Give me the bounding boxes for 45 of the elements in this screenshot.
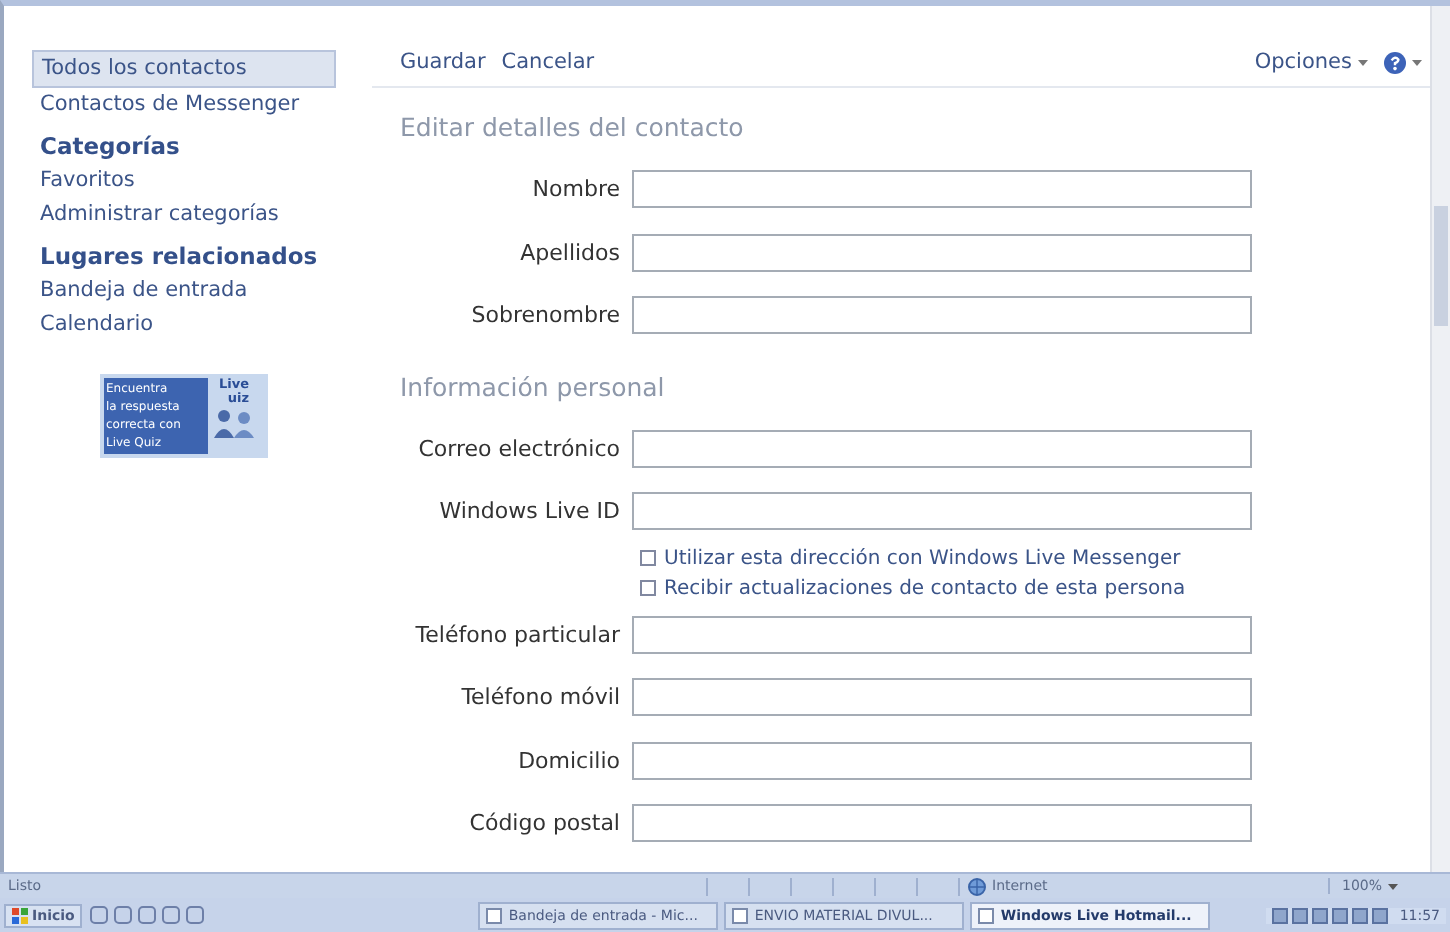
input-field[interactable]	[632, 233, 1252, 272]
sidebar-heading: Lugares relacionados	[38, 240, 320, 274]
field-label: Código postal	[467, 810, 622, 837]
toolbar-link[interactable]: Cancelar	[501, 50, 595, 74]
field-label: Sobrenombre	[469, 302, 622, 329]
input-field[interactable]	[632, 429, 1252, 468]
sidebar-item[interactable]: Contactos de Messenger	[32, 88, 308, 122]
field-label: Teléfono móvil	[459, 684, 622, 711]
checkbox-label: Utilizar esta dirección con Windows Live Messenger	[664, 547, 1181, 569]
field-label: Windows Live ID	[437, 498, 622, 525]
input-field[interactable]	[632, 492, 1252, 531]
field-label: Teléfono particular	[413, 621, 622, 648]
scrollbar-thumb[interactable]	[1434, 206, 1448, 326]
options-menu[interactable]: Opciones	[1254, 50, 1368, 74]
field-label: Correo electrónico	[416, 435, 622, 462]
sidebar-item[interactable]: Calendario	[32, 308, 162, 342]
sidebar-item[interactable]: Todos los contactos	[32, 50, 336, 88]
checkbox[interactable]	[640, 550, 656, 566]
input-field[interactable]	[632, 678, 1252, 717]
checkbox[interactable]	[640, 580, 656, 596]
section-title: Información personal	[400, 371, 667, 403]
sidebar-item[interactable]: Administrar categorías	[32, 198, 287, 232]
input-field[interactable]	[632, 170, 1252, 209]
field-label: Apellidos	[518, 239, 622, 266]
input-field[interactable]	[632, 296, 1252, 335]
help-menu[interactable]	[1384, 51, 1422, 73]
sidebar-item[interactable]: Favoritos	[32, 164, 143, 198]
help-icon	[1384, 51, 1406, 73]
section-title: Editar detalles del contacto	[400, 112, 746, 144]
toolbar-link[interactable]: Guardar	[400, 50, 486, 74]
checkbox-label: Recibir actualizaciones de contacto de esta persona	[664, 577, 1186, 599]
people-icon	[212, 406, 256, 438]
caret-icon	[1358, 59, 1368, 65]
caret-icon	[1388, 883, 1399, 889]
globe-icon	[968, 877, 986, 895]
windows-flag-icon[interactable]	[12, 907, 28, 923]
field-label: Domicilio	[516, 747, 622, 774]
sidebar-heading: Categorías	[38, 130, 182, 164]
scrollbar[interactable]	[1430, 6, 1450, 872]
sidebar-item[interactable]: Bandeja de entrada	[32, 274, 256, 308]
input-field[interactable]	[632, 804, 1252, 843]
input-field[interactable]	[632, 741, 1252, 780]
caret-icon	[1412, 59, 1422, 65]
input-field[interactable]	[632, 615, 1252, 654]
field-label: Nombre	[530, 176, 622, 203]
